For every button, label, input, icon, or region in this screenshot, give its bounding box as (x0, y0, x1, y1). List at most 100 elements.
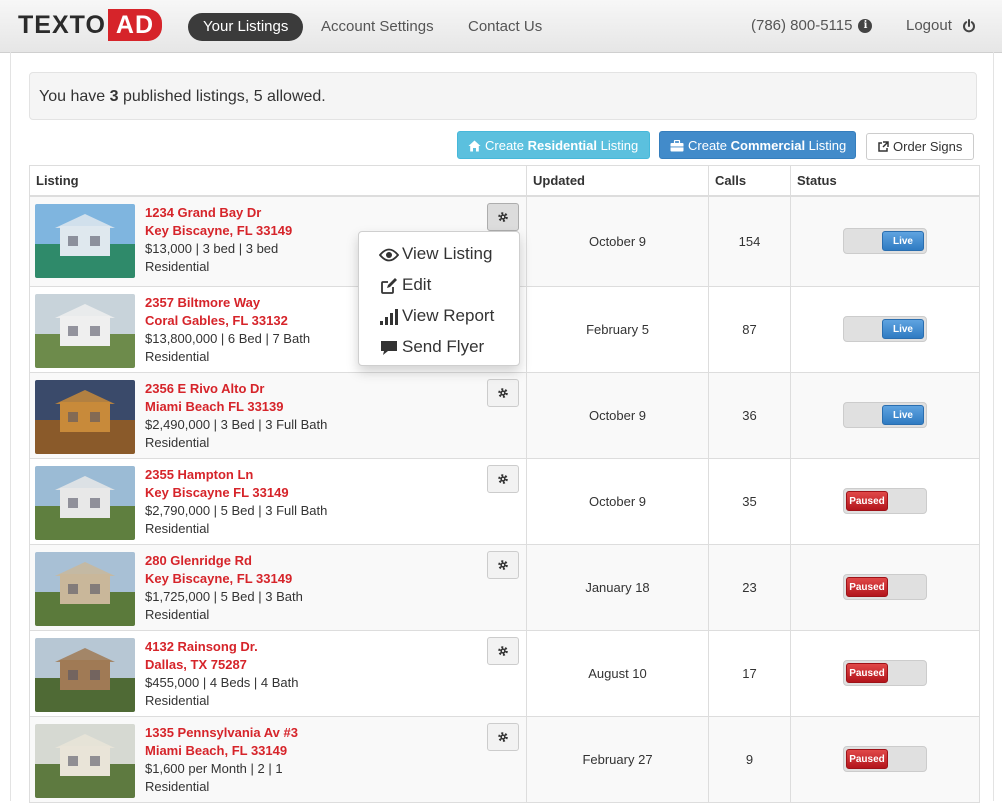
alert-prefix: You have (39, 88, 110, 105)
table-row: 4132 Rainsong Dr. Dallas, TX 75287 $455,00… (29, 630, 980, 717)
menu-label-edit: Edit (402, 275, 432, 294)
listing-photo[interactable] (35, 551, 135, 626)
nav-account-settings[interactable]: Account Settings (306, 13, 449, 41)
menu-item-send-flyer[interactable]: Send Flyer (359, 331, 519, 362)
listing-address-line2[interactable]: Coral Gables, FL 33132 (145, 312, 310, 330)
listing-actions-button[interactable] (487, 550, 519, 579)
listing-details: $13,800,000 | 6 Bed | 7 Bath (145, 330, 311, 346)
updated-cell: October 9 (526, 196, 709, 287)
listing-details: $13,000 | 3 bed | 3 bed (145, 241, 279, 256)
briefcase-icon (670, 139, 684, 152)
listing-details: $2,790,000 | 5 Bed | 3 Full Bath (145, 502, 328, 518)
logo-text-right: AD (107, 9, 162, 41)
listing-address-line1[interactable]: 1234 Grand Bay Dr (145, 204, 292, 222)
calls-cell: 87 (708, 286, 791, 373)
listing-address-line2[interactable]: Miami Beach FL 33139 (145, 398, 327, 416)
listing-address-line1[interactable]: 4132 Rainsong Dr. (145, 638, 298, 656)
listing-address-line1[interactable]: 2355 Hampton Ln (145, 466, 327, 484)
updated-cell: January 18 (526, 544, 709, 631)
gear-icon (498, 645, 508, 656)
listing-address-line1[interactable]: 280 Glenridge Rd (145, 552, 303, 570)
logout-link[interactable]: Logout (906, 14, 976, 38)
listing-actions-button[interactable] (487, 464, 519, 493)
listing-cell: 4132 Rainsong Dr. Dallas, TX 75287 $455,00… (29, 630, 527, 717)
menu-label-view-report: View Report (402, 306, 495, 325)
status-toggle[interactable]: Paused (843, 746, 927, 772)
header-updated: Updated (526, 165, 709, 197)
status-toggle-label: Paused (846, 663, 888, 683)
listing-actions-button[interactable] (487, 378, 519, 407)
calls-cell: 17 (708, 630, 791, 717)
listing-actions-button[interactable] (487, 722, 519, 751)
listing-details: $2,490,000 | 3 Bed | 3 Full Bath (145, 416, 328, 432)
listing-photo[interactable] (35, 465, 135, 540)
logout-label: Logout (906, 17, 952, 34)
listing-type: Residential (145, 606, 210, 622)
listing-photo[interactable] (35, 723, 135, 798)
listing-address-line2[interactable]: Key Biscayne, FL 33149 (145, 570, 303, 588)
status-cell: Live (790, 286, 980, 373)
menu-item-edit[interactable]: Edit (359, 269, 519, 300)
menu-item-view-listing[interactable]: View Listing (359, 238, 519, 269)
listing-info: 280 Glenridge Rd Key Biscayne, FL 33149 $1… (145, 552, 303, 624)
listing-photo[interactable] (35, 293, 135, 368)
status-toggle[interactable]: Paused (843, 488, 927, 514)
listing-address-line2[interactable]: Dallas, TX 75287 (145, 656, 298, 674)
texto-ad-logo[interactable]: TEXTO AD (18, 9, 162, 41)
eye-icon (379, 248, 399, 261)
status-toggle-label: Paused (846, 491, 888, 511)
create-residential-listing-button[interactable]: Create Residential Listing (457, 131, 650, 159)
alert-suffix: published listings, 5 allowed. (118, 88, 326, 105)
listing-actions-button[interactable] (487, 636, 519, 665)
listing-actions-dropdown: View Listing Edit View Report Send Flyer (358, 231, 520, 366)
listing-address-line2[interactable]: Key Biscayne FL 33149 (145, 484, 327, 502)
calls-cell: 23 (708, 544, 791, 631)
home-icon (468, 140, 481, 152)
status-toggle[interactable]: Live (843, 228, 927, 255)
listing-cell: 280 Glenridge Rd Key Biscayne, FL 33149 $1… (29, 544, 527, 631)
info-circle-icon[interactable]: i (858, 19, 873, 34)
listing-details: $455,000 | 4 Beds | 4 Bath (145, 674, 299, 690)
gear-icon (498, 473, 508, 484)
calls-cell: 9 (708, 716, 791, 803)
listing-address-line2[interactable]: Key Biscayne, FL 33149 (145, 222, 292, 240)
listing-photo[interactable] (35, 637, 135, 712)
menu-label-send-flyer: Send Flyer (402, 337, 485, 356)
status-cell: Paused (790, 716, 980, 803)
top-navbar: TEXTO AD Your Listings Account Settings C… (0, 0, 1002, 53)
listing-actions-button[interactable] (487, 203, 519, 231)
status-toggle-label: Paused (846, 577, 888, 597)
status-toggle[interactable]: Paused (843, 574, 927, 600)
phone-number: (786) 800-5115 i (751, 14, 873, 38)
header-status: Status (790, 165, 980, 197)
status-toggle[interactable]: Live (843, 316, 927, 342)
listing-address-line1[interactable]: 2356 E Rivo Alto Dr (145, 380, 327, 398)
status-toggle-label: Live (882, 405, 924, 425)
listing-photo[interactable] (35, 204, 135, 278)
status-toggle[interactable]: Live (843, 402, 927, 428)
commercial-bold: Commercial (730, 138, 806, 153)
edit-icon (381, 277, 397, 294)
create-commercial-listing-button[interactable]: Create Commercial Listing (659, 131, 856, 159)
listing-info: 1335 Pennsylvania Av #3 Miami Beach, FL 3… (145, 724, 298, 796)
status-toggle-label: Paused (846, 749, 888, 769)
gear-icon (498, 212, 508, 222)
nav-contact-us[interactable]: Contact Us (453, 13, 557, 41)
updated-cell: October 9 (526, 458, 709, 545)
table-row: 280 Glenridge Rd Key Biscayne, FL 33149 $1… (29, 544, 980, 631)
header-calls: Calls (708, 165, 791, 197)
status-cell: Paused (790, 630, 980, 717)
listing-info: 1234 Grand Bay Dr Key Biscayne, FL 33149 $… (145, 204, 292, 276)
menu-item-view-report[interactable]: View Report (359, 300, 519, 331)
calls-cell: 36 (708, 372, 791, 459)
status-toggle[interactable]: Paused (843, 660, 927, 686)
nav-your-listings[interactable]: Your Listings (188, 13, 304, 41)
listing-address-line2[interactable]: Miami Beach, FL 33149 (145, 742, 298, 760)
listings-summary-alert: You have 3 published listings, 5 allowed… (29, 72, 977, 120)
listing-address-line1[interactable]: 1335 Pennsylvania Av #3 (145, 724, 298, 742)
order-signs-button[interactable]: Order Signs (866, 133, 974, 160)
listing-address-line1[interactable]: 2357 Biltmore Way (145, 294, 310, 312)
header-listing: Listing (29, 165, 527, 197)
listing-info: 2356 E Rivo Alto Dr Miami Beach FL 33139 $… (145, 380, 327, 452)
listing-photo[interactable] (35, 379, 135, 454)
